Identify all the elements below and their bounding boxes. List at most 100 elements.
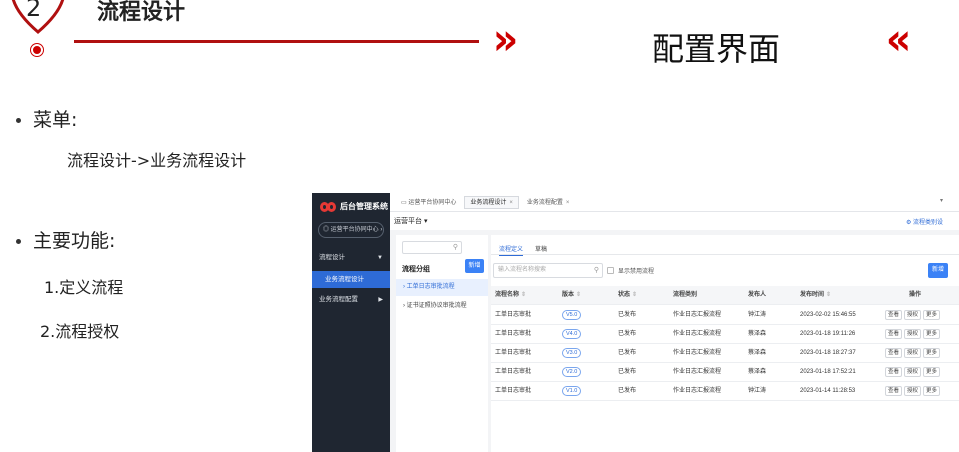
authorize-button[interactable]: 授权	[904, 386, 922, 396]
cell-publisher: 钟江涛	[748, 388, 767, 394]
sidebar: 后台管理系统 ◎ 运营平台协同中心 › 流程设计 ▼ 业务流程设计 业务流程配置…	[312, 193, 390, 452]
chevron-left-icon: «	[885, 14, 912, 65]
tab-label: 业务流程设计	[470, 199, 507, 206]
system-select[interactable]: ◎ 运营平台协同中心 ›	[318, 222, 384, 238]
logo-icon	[320, 201, 336, 212]
cell-publisher: 蔡泽森	[748, 350, 767, 356]
features-label: 主要功能:	[33, 230, 116, 252]
sidebar-item-flow-design[interactable]: 流程设计 ▼	[312, 249, 390, 267]
sidebar-item-label: 流程设计	[319, 254, 345, 261]
chevron-down-icon[interactable]: ▾	[940, 197, 943, 204]
column-header[interactable]: 版本 ⇕	[562, 286, 581, 305]
sidebar-item-business-flow-design[interactable]: 业务流程设计	[312, 271, 390, 288]
more-button[interactable]: 更多	[923, 367, 941, 377]
checkbox-label: 显示禁用流程	[618, 269, 655, 275]
view-button[interactable]: 查看	[885, 329, 903, 339]
cell-status: 已发布	[618, 388, 637, 394]
flow-panel: 流程定义 草稿 输入流程名称搜索 ⚲ 显示禁用流程 新增 流程名称 ⇕ 版本 ⇕ 状态…	[491, 235, 959, 452]
platform-select[interactable]: 运营平台 ▾	[394, 216, 427, 226]
column-header[interactable]: 流程名称 ⇕	[495, 286, 526, 305]
platform-bar: 运营平台 ▾ ⚙ 流程类别设	[390, 212, 959, 230]
group-item[interactable]: › 工单日志审批流程	[396, 279, 488, 296]
group-label: 工单日志审批流程	[406, 284, 455, 290]
logo: 后台管理系统	[320, 201, 388, 212]
logo-text: 后台管理系统	[340, 202, 388, 211]
badge-dot-icon	[31, 44, 43, 56]
tab-coordination-center[interactable]: ▭ 运营平台协同中心	[395, 196, 462, 209]
authorize-button[interactable]: 授权	[904, 310, 922, 320]
close-icon[interactable]: ×	[509, 200, 513, 206]
column-header[interactable]: 状态 ⇕	[618, 286, 637, 305]
search-placeholder: 输入流程名称搜索	[498, 267, 547, 273]
more-button[interactable]: 更多	[923, 310, 941, 320]
features-bullet: 主要功能:	[16, 226, 115, 253]
bullet-dot-icon	[16, 239, 21, 244]
view-button[interactable]: 查看	[885, 348, 903, 358]
column-header: 发布人	[748, 292, 767, 298]
authorize-button[interactable]: 授权	[904, 367, 922, 377]
cell-actions: 查看 授权 更多	[885, 382, 942, 401]
close-icon[interactable]: ×	[566, 200, 570, 206]
cell-actions: 查看 授权 更多	[885, 344, 942, 363]
search-icon: ⚲	[452, 244, 458, 251]
column-header[interactable]: 发布时间 ⇕	[800, 286, 831, 305]
cell-category: 作业日志汇报流程	[673, 331, 722, 337]
cell-version: V1.0	[562, 382, 582, 401]
section-title: 流程设计	[97, 0, 186, 25]
tab-business-flow-config[interactable]: 业务流程配置 ×	[521, 196, 576, 209]
cell-category: 作业日志汇报流程	[673, 312, 722, 318]
flow-category-link[interactable]: ⚙ 流程类别设	[906, 217, 943, 226]
table-row: 工单日志审批 V3.0 已发布 作业日志汇报流程 蔡泽森 2023-01-18 18:27…	[491, 344, 959, 363]
cell-version: V5.0	[562, 306, 582, 325]
authorize-button[interactable]: 授权	[904, 348, 922, 358]
chevron-down-icon: ▼	[377, 255, 383, 261]
authorize-button[interactable]: 授权	[904, 329, 922, 339]
group-item[interactable]: › 证书证照协议审批流程	[396, 298, 488, 315]
version-badge: V4.0	[562, 329, 582, 339]
group-label: 证书证照协议审批流程	[406, 303, 467, 309]
version-badge: V3.0	[562, 348, 582, 358]
view-button[interactable]: 查看	[885, 367, 903, 377]
bullet-dot-icon	[16, 118, 21, 123]
add-flow-button[interactable]: 新增	[928, 263, 948, 278]
feature-item: 1.定义流程	[44, 278, 124, 297]
cell-name: 工单日志审批	[495, 331, 532, 337]
tab-label: 运营平台协同中心	[408, 199, 457, 206]
tab-draft[interactable]: 草稿	[535, 244, 547, 253]
more-button[interactable]: 更多	[923, 386, 941, 396]
platform-label: 运营平台	[394, 218, 422, 225]
section-number: 2	[26, 0, 42, 22]
view-button[interactable]: 查看	[885, 386, 903, 396]
cell-name: 工单日志审批	[495, 388, 532, 394]
tab-business-flow-design[interactable]: 业务流程设计 ×	[464, 195, 519, 209]
cell-category: 作业日志汇报流程	[673, 369, 722, 375]
chevron-down-icon: ▾	[423, 218, 428, 225]
view-button[interactable]: 查看	[885, 310, 903, 320]
tab-flow-definition[interactable]: 流程定义	[499, 244, 524, 256]
search-icon: ⚲	[593, 267, 599, 274]
flow-search-input[interactable]: 输入流程名称搜索 ⚲	[493, 263, 603, 278]
cell-name: 工单日志审批	[495, 369, 532, 375]
more-button[interactable]: 更多	[923, 329, 941, 339]
feature-item: 2.流程授权	[40, 322, 120, 341]
more-button[interactable]: 更多	[923, 348, 941, 358]
cell-actions: 查看 授权 更多	[885, 363, 942, 382]
sidebar-item-business-flow-config[interactable]: 业务流程配置 ▶	[312, 291, 390, 309]
gear-icon: ⚙	[905, 220, 913, 226]
main-area: ▭ 运营平台协同中心 业务流程设计 × 业务流程配置 × ▾ 运营平台 ▾ ⚙ 流程…	[390, 193, 959, 452]
add-group-button[interactable]: 新增	[465, 259, 484, 273]
tabs-bar: ▭ 运营平台协同中心 业务流程设计 × 业务流程配置 × ▾	[390, 193, 959, 212]
system-select-label: 运营平台协同中心	[330, 227, 379, 233]
chevron-right-icon: ▶	[378, 297, 383, 303]
cell-publisher: 蔡泽森	[748, 369, 767, 375]
group-search-input[interactable]: ⚲	[402, 241, 462, 254]
checkbox-icon	[607, 267, 614, 274]
sidebar-item-label: 业务流程配置	[319, 296, 358, 303]
version-badge: V2.0	[562, 367, 582, 377]
menu-path: 流程设计->业务流程设计	[67, 151, 247, 170]
cell-actions: 查看 授权 更多	[885, 325, 942, 344]
admin-screenshot: 后台管理系统 ◎ 运营平台协同中心 › 流程设计 ▼ 业务流程设计 业务流程配置…	[312, 193, 959, 452]
version-badge: V1.0	[562, 386, 582, 396]
table-header: 流程名称 ⇕ 版本 ⇕ 状态 ⇕ 流程类别 发布人 发布时间 ⇕ 操作	[491, 286, 959, 305]
show-disabled-checkbox[interactable]: 显示禁用流程	[607, 266, 654, 275]
